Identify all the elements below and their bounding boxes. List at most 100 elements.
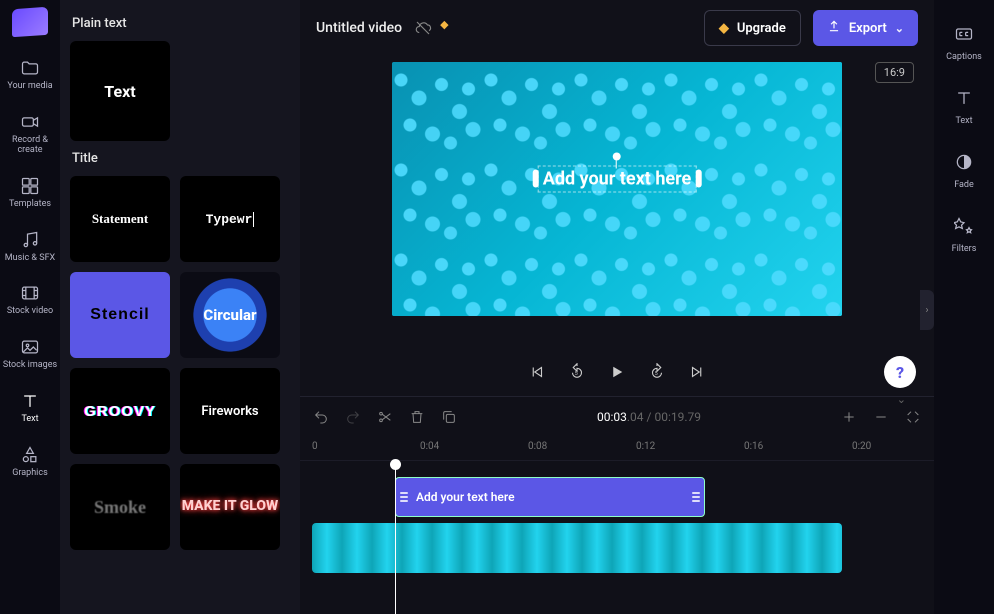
tile-circular[interactable]: Circular — [180, 272, 280, 358]
video-clip[interactable] — [312, 523, 842, 573]
tile-plain-text[interactable]: Text — [70, 41, 170, 141]
delete-button[interactable] — [408, 408, 426, 426]
playback-bar: 5 5 ? ⌄ — [300, 348, 934, 396]
rr-label: Fade — [954, 180, 974, 190]
rewind-5-button[interactable]: 5 — [566, 361, 588, 383]
project-title[interactable]: Untitled video — [316, 20, 402, 36]
collapse-panel-right[interactable]: › — [920, 290, 934, 330]
main-area: Untitled video ◆ ◆ Upgrade Export ⌄ 16:9… — [300, 0, 934, 614]
ruler-tick: 0:16 — [744, 441, 763, 452]
forward-5-button[interactable]: 5 — [646, 361, 668, 383]
chevron-down-icon: ⌄ — [895, 22, 904, 35]
redo-button[interactable] — [344, 408, 362, 426]
svg-text:5: 5 — [655, 371, 658, 377]
rotate-handle[interactable] — [613, 152, 621, 160]
nav-label: Text — [21, 415, 38, 425]
rr-fade[interactable]: Fade — [934, 142, 994, 202]
tile-label: Text — [104, 82, 135, 101]
text-overlay[interactable]: Add your text here — [538, 165, 697, 192]
clip-handle-left[interactable] — [400, 484, 408, 510]
time-total: 00:19 — [654, 410, 684, 424]
premium-indicator-icon: ◆ — [440, 18, 448, 31]
tile-stencil[interactable]: Stencil — [70, 272, 170, 358]
ruler-tick: 0 — [312, 441, 318, 452]
split-button[interactable] — [376, 408, 394, 426]
tile-label: Statement — [92, 211, 148, 227]
fit-button[interactable] — [904, 408, 922, 426]
export-button[interactable]: Export ⌄ — [813, 10, 918, 46]
nav-templates[interactable]: Templates — [0, 168, 60, 220]
text-icon — [954, 88, 974, 111]
rr-captions[interactable]: Captions — [934, 14, 994, 74]
nav-label: Templates — [9, 200, 51, 210]
upgrade-label: Upgrade — [737, 21, 786, 36]
nav-label: Graphics — [12, 469, 47, 479]
tile-fireworks[interactable]: Fireworks — [180, 368, 280, 454]
nav-graphics[interactable]: Graphics — [0, 437, 60, 489]
nav-your-media[interactable]: Your media — [0, 50, 60, 102]
nav-music-sfx[interactable]: Music & SFX — [0, 222, 60, 274]
tile-groovy[interactable]: GROOVY — [70, 368, 170, 454]
right-rail: Captions Text Fade Filters — [934, 0, 994, 614]
nav-label: Stock images — [3, 361, 57, 371]
expand-chevron-icon[interactable]: ⌄ — [897, 393, 906, 406]
tile-smoke[interactable]: Smoke — [70, 464, 170, 550]
resize-handle-left[interactable] — [533, 170, 539, 188]
gem-icon: ◆ — [719, 21, 729, 36]
shapes-icon — [20, 445, 40, 465]
svg-text:5: 5 — [575, 371, 578, 377]
video-preview[interactable]: Add your text here — [392, 62, 842, 316]
playhead[interactable] — [395, 461, 396, 614]
undo-button[interactable] — [312, 408, 330, 426]
cloud-off-icon[interactable] — [414, 19, 432, 37]
skip-start-button[interactable] — [526, 361, 548, 383]
timeline-tracks[interactable]: Add your text here — [300, 461, 934, 614]
preview-wrap: Add your text here — [300, 56, 934, 348]
export-label: Export — [849, 21, 887, 36]
video-track[interactable] — [312, 523, 922, 573]
rr-label: Captions — [946, 52, 982, 62]
skip-end-button[interactable] — [686, 361, 708, 383]
duplicate-button[interactable] — [440, 408, 458, 426]
overlay-text: Add your text here — [543, 168, 692, 189]
zoom-in-button[interactable] — [840, 408, 858, 426]
nav-label: Music & SFX — [5, 254, 55, 264]
music-icon — [20, 230, 40, 250]
app-logo[interactable] — [12, 7, 48, 38]
templates-icon — [20, 176, 40, 196]
tile-label: Typewr — [206, 212, 255, 227]
text-clip[interactable]: Add your text here — [395, 477, 705, 517]
tile-statement[interactable]: Statement — [70, 176, 170, 262]
rr-label: Filters — [952, 244, 977, 254]
ruler-tick: 0:04 — [420, 441, 439, 452]
tile-typewriter[interactable]: Typewr — [180, 176, 280, 262]
ruler-tick: 0:08 — [528, 441, 547, 452]
timecode: 00:03.04 / 00:19.79 — [597, 410, 701, 424]
nav-text[interactable]: Text — [0, 383, 60, 435]
tile-glow[interactable]: MAKE IT GLOW — [180, 464, 280, 550]
text-panel: Plain text Text Title Statement Typewr S… — [60, 0, 300, 614]
tile-label: Smoke — [94, 497, 146, 518]
help-button[interactable]: ? — [884, 356, 916, 388]
play-button[interactable] — [606, 361, 628, 383]
nav-rail: Your media Record & create Templates Mus… — [0, 0, 60, 614]
filters-icon — [954, 216, 974, 239]
image-icon — [20, 337, 40, 357]
aspect-ratio-button[interactable]: 16:9 — [875, 62, 914, 83]
section-plain-text: Plain text — [72, 16, 290, 31]
nav-stock-images[interactable]: Stock images — [0, 329, 60, 381]
camera-icon — [20, 112, 40, 132]
rr-filters[interactable]: Filters — [934, 206, 994, 266]
clip-handle-right[interactable] — [692, 484, 700, 510]
timeline-ruler[interactable]: 0 0:04 0:08 0:12 0:16 0:20 — [300, 437, 934, 461]
nav-stock-video[interactable]: Stock video — [0, 275, 60, 327]
section-title: Title — [72, 151, 290, 166]
upgrade-button[interactable]: ◆ Upgrade — [704, 10, 801, 46]
time-current: 00:03 — [597, 410, 627, 424]
text-track[interactable]: Add your text here — [312, 477, 922, 517]
nav-record-create[interactable]: Record & create — [0, 104, 60, 166]
resize-handle-right[interactable] — [695, 170, 701, 188]
zoom-out-button[interactable] — [872, 408, 890, 426]
clip-label: Add your text here — [416, 490, 515, 504]
rr-text[interactable]: Text — [934, 78, 994, 138]
